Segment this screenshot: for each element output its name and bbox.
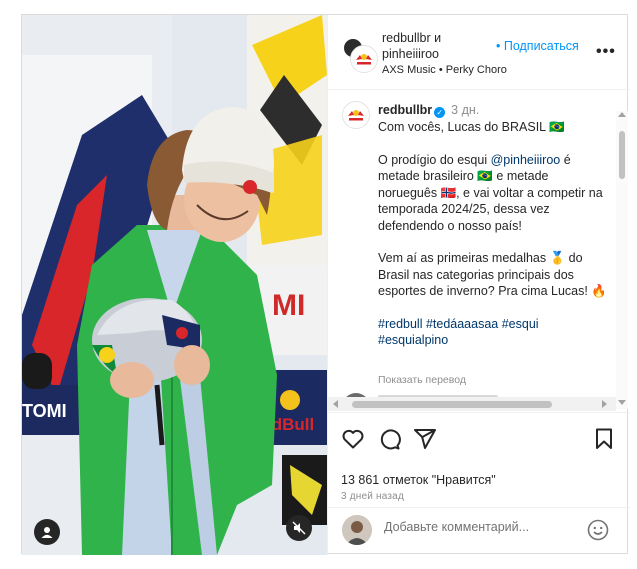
redbull-logo-icon xyxy=(356,54,372,65)
comments-section: redbullbr ✓ 3 дн. Com vocês, Lucas do BRAS… xyxy=(328,91,630,411)
redbull-logo-icon xyxy=(348,110,364,121)
likes-count[interactable]: 13 861 отметок "Нравится" xyxy=(341,473,496,487)
post-side-panel: redbullbr и pinheiiiroo • Подписаться ••… xyxy=(327,15,630,555)
caption-text: Com vocês, Lucas do BRASIL 🇧🇷 O prodígio… xyxy=(378,119,610,349)
caption-text-part: O prodígio do esqui xyxy=(378,152,491,167)
caption-paragraph: O prodígio do esqui @pinheiiiroo é metad… xyxy=(378,152,610,235)
tagged-users-button[interactable] xyxy=(34,519,60,545)
more-options-button[interactable]: ••• xyxy=(596,43,616,61)
muted-speaker-icon xyxy=(292,521,306,535)
caption-username[interactable]: redbullbr xyxy=(378,103,432,117)
heart-icon[interactable] xyxy=(341,427,365,451)
scroll-thumb[interactable] xyxy=(352,401,552,408)
horizontal-scrollbar[interactable] xyxy=(328,397,616,411)
post-header: redbullbr и pinheiiiroo • Подписаться ••… xyxy=(328,15,630,90)
caption-line: Com vocês, Lucas do BRASIL 🇧🇷 xyxy=(378,120,565,134)
post-photo: TOMI MI RedBull xyxy=(22,15,327,555)
scroll-up-arrow[interactable] xyxy=(618,112,626,117)
avatar xyxy=(342,515,372,545)
comment-icon[interactable] xyxy=(377,427,401,451)
hashtags[interactable]: #redbull #tedáaaasaa #esqui #esquialpino xyxy=(378,316,610,349)
bookmark-icon[interactable] xyxy=(592,427,616,451)
translate-link[interactable]: Показать перевод xyxy=(378,374,466,386)
caption-time[interactable]: 3 дн. xyxy=(451,103,479,117)
caption-header: redbullbr ✓ 3 дн. xyxy=(378,103,479,118)
mute-button[interactable] xyxy=(286,515,312,541)
scroll-down-arrow[interactable] xyxy=(618,400,626,405)
svg-text:TOMI: TOMI xyxy=(22,401,67,421)
send-icon[interactable] xyxy=(413,427,437,451)
post-date[interactable]: 3 дней назад xyxy=(341,491,404,502)
avatar[interactable] xyxy=(342,101,370,129)
post-authors[interactable]: redbullbr и pinheiiiroo xyxy=(382,30,441,62)
user-photo-icon xyxy=(342,515,372,545)
mention-link[interactable]: @pinheiiiroo xyxy=(491,153,561,167)
audio-label[interactable]: AXS Music • Perky Choro xyxy=(382,64,507,76)
scroll-right-arrow[interactable] xyxy=(602,400,607,408)
collab-avatars[interactable] xyxy=(342,37,378,73)
follow-button[interactable]: • Подписаться xyxy=(496,39,579,53)
scroll-left-arrow[interactable] xyxy=(333,400,338,408)
post-media[interactable]: TOMI MI RedBull xyxy=(22,15,327,555)
instagram-post: TOMI MI RedBull redbullbr и pinheiiiroo … xyxy=(21,14,630,555)
caption-paragraph: Vem aí as primeiras medalhas 🥇 do Brasil… xyxy=(378,251,607,298)
author-line-1[interactable]: redbullbr и xyxy=(382,30,441,46)
avatar xyxy=(350,45,378,73)
vertical-scrollbar[interactable] xyxy=(616,111,628,409)
smiley-icon[interactable] xyxy=(587,519,609,541)
add-comment-bar xyxy=(328,507,630,555)
svg-text:MI: MI xyxy=(272,289,305,322)
scroll-thumb[interactable] xyxy=(619,131,625,179)
author-line-2[interactable]: pinheiiiroo xyxy=(382,46,441,62)
verified-icon: ✓ xyxy=(434,107,446,118)
user-icon xyxy=(41,527,53,538)
action-bar: 13 861 отметок "Нравится" 3 дней назад xyxy=(328,412,630,502)
comment-input[interactable] xyxy=(384,520,584,534)
